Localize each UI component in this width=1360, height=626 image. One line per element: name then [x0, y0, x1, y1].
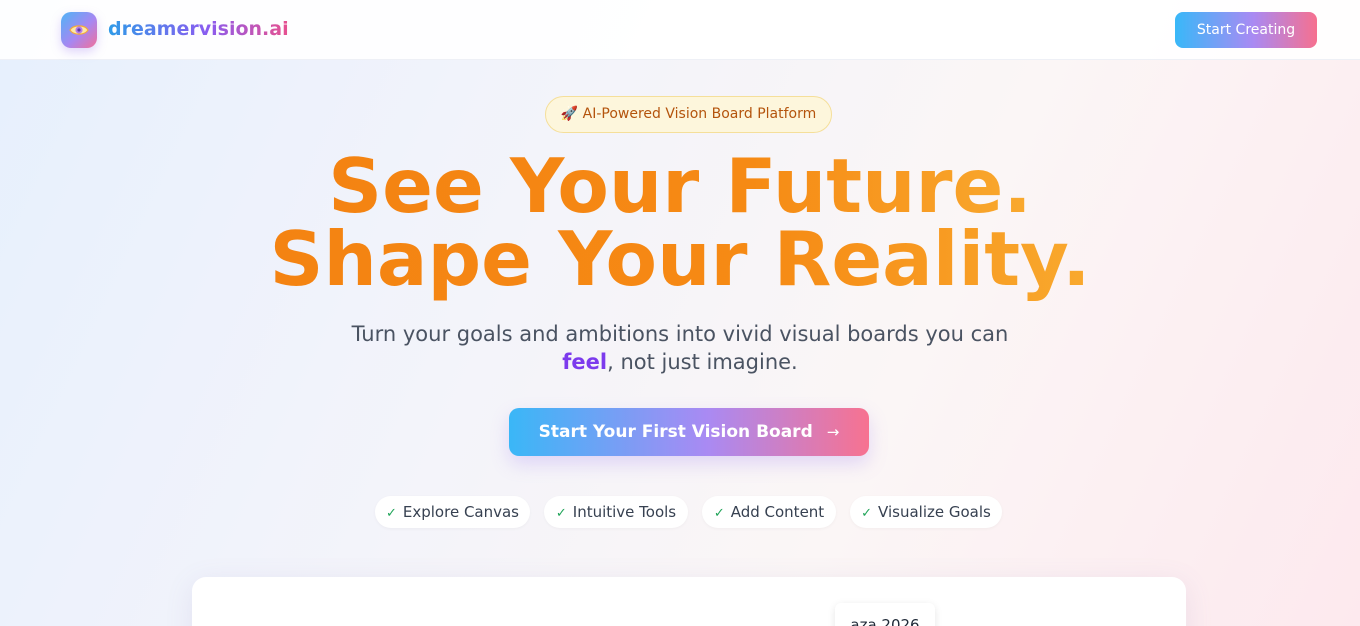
subtitle-accent: feel [562, 350, 608, 374]
subtitle-text-end: , not just imagine. [607, 350, 798, 374]
check-icon: ✓ [861, 506, 873, 521]
start-creating-button[interactable]: Start Creating [1175, 12, 1317, 48]
feature-explore-canvas: ✓ Explore Canvas [375, 496, 530, 528]
hero-title-line-2: Shape Your Reality. [269, 215, 1091, 303]
hero-subtitle: Turn your goals and ambitions into vivid… [330, 320, 1030, 376]
arrow-right-icon: → [826, 423, 840, 441]
vision-board-preview-card [192, 577, 1186, 626]
cta-label: Start Your First Vision Board [538, 422, 813, 442]
brand-name[interactable]: dreamervision.ai [108, 17, 289, 41]
platform-badge: 🚀 AI-Powered Vision Board Platform [545, 96, 832, 133]
check-icon: ✓ [713, 506, 725, 521]
eye-icon [69, 25, 89, 35]
feature-intuitive-tools: ✓ Intuitive Tools [544, 496, 688, 528]
preview-board-tag: aza 2026 [835, 603, 935, 626]
top-navbar: dreamervision.ai Start Creating [0, 0, 1360, 60]
feature-label: Intuitive Tools [572, 503, 677, 521]
feature-label: Add Content [730, 503, 825, 521]
check-icon: ✓ [555, 506, 567, 521]
feature-visualize-goals: ✓ Visualize Goals [850, 496, 1002, 528]
hero-title-line-1: See Your Future. [328, 142, 1032, 230]
hero-title: See Your Future. Shape Your Reality. [0, 142, 1360, 303]
start-first-vision-board-button[interactable]: Start Your First Vision Board → [509, 408, 869, 456]
check-icon: ✓ [385, 506, 397, 521]
feature-add-content: ✓ Add Content [702, 496, 836, 528]
logo-icon[interactable] [61, 12, 97, 48]
feature-label: Explore Canvas [402, 503, 520, 521]
feature-label: Visualize Goals [878, 503, 991, 521]
subtitle-text: Turn your goals and ambitions into vivid… [351, 322, 1009, 346]
